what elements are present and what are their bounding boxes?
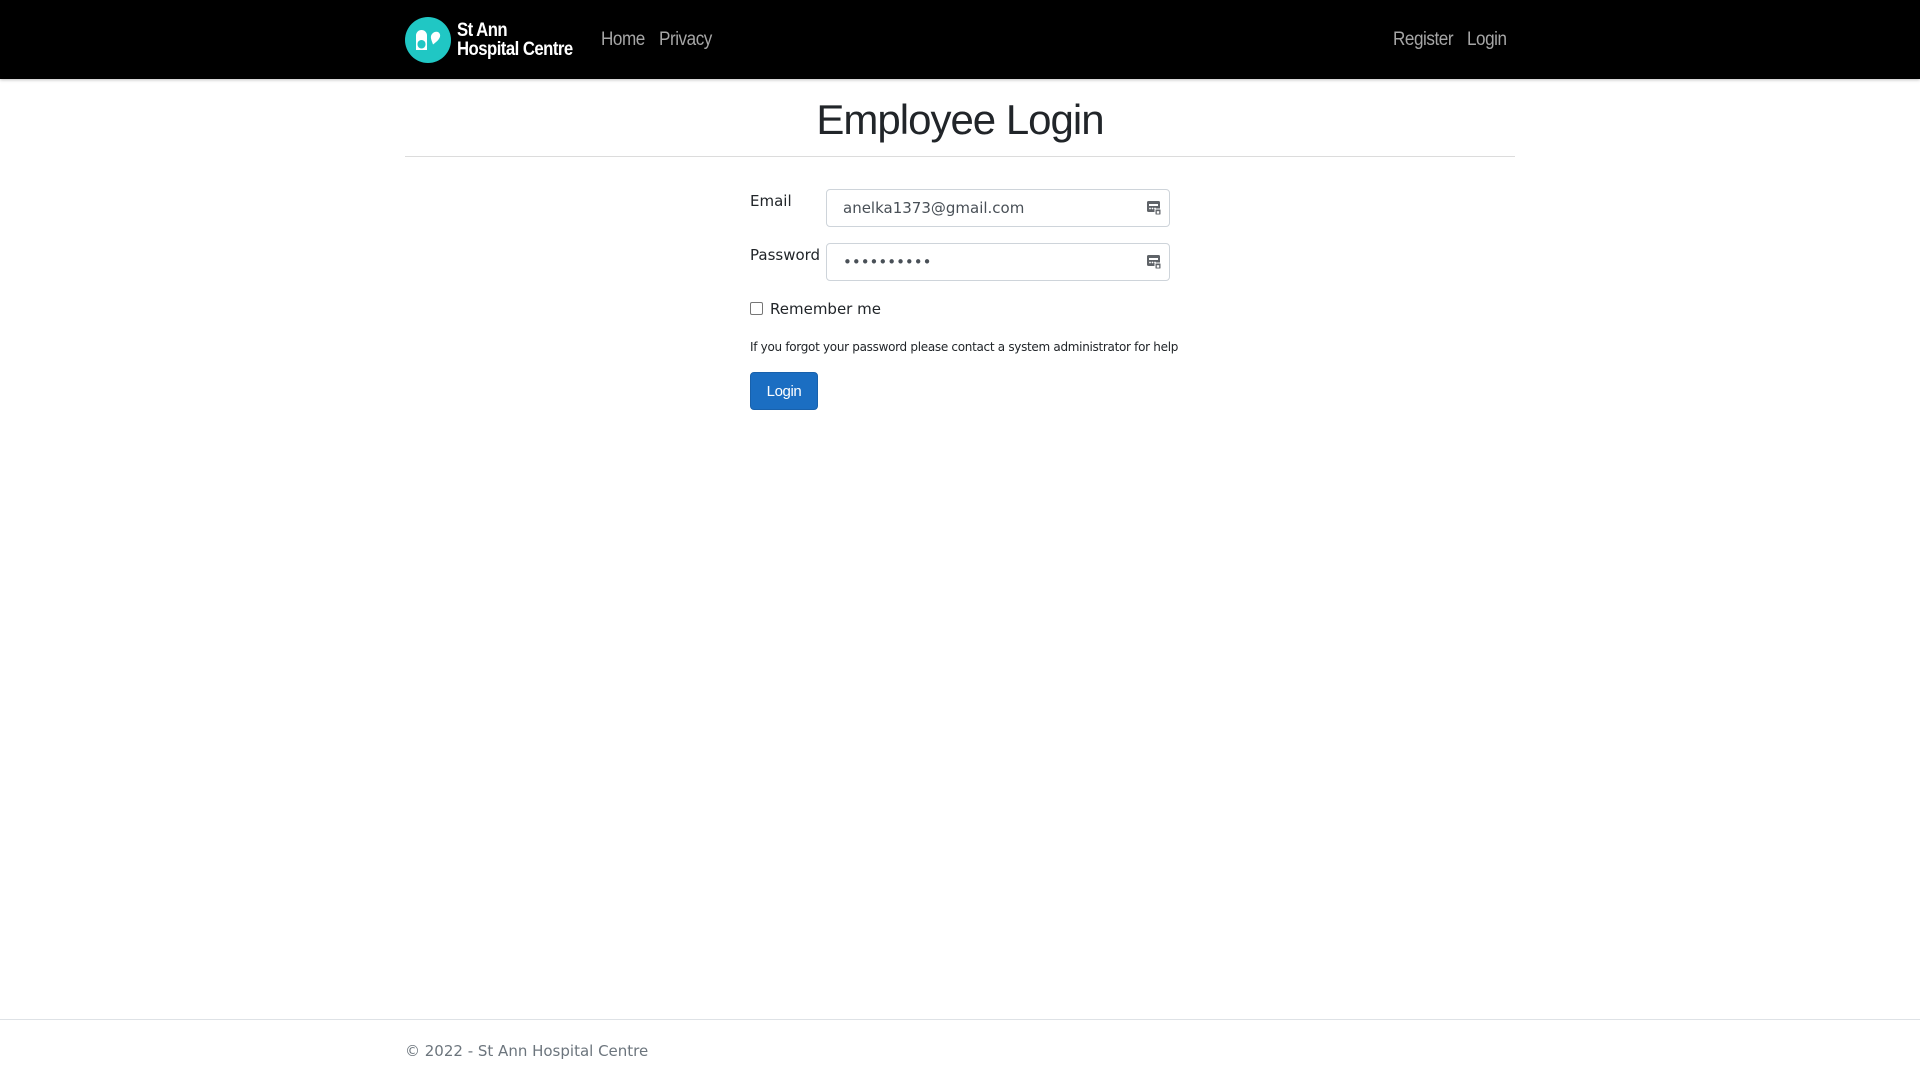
password-manager-icon[interactable] xyxy=(1146,200,1162,216)
remember-me-label[interactable]: Remember me xyxy=(770,299,881,319)
footer: © 2022 - St Ann Hospital Centre xyxy=(0,1019,1920,1081)
brand-name-line2: Hospital Centre xyxy=(457,39,573,60)
nav-link-home[interactable]: Home xyxy=(601,28,645,52)
email-field[interactable] xyxy=(826,189,1170,227)
title-divider xyxy=(405,156,1515,157)
login-button[interactable]: Login xyxy=(750,372,818,410)
top-navbar: St Ann Hospital Centre Home Privacy Regi… xyxy=(0,0,1920,79)
remember-me-checkbox[interactable] xyxy=(750,302,763,315)
brand-name-line1: St Ann xyxy=(457,20,508,41)
nav-link-register[interactable]: Register xyxy=(1393,28,1454,52)
forgot-password-help-text: If you forgot your password please conta… xyxy=(750,340,1179,354)
nav-link-login[interactable]: Login xyxy=(1467,28,1507,52)
nav-link-privacy[interactable]: Privacy xyxy=(659,28,712,52)
brand-name: St Ann Hospital Centre xyxy=(457,21,573,59)
page-title: Employee Login xyxy=(816,96,1104,143)
password-field[interactable] xyxy=(826,243,1170,281)
email-label: Email xyxy=(750,192,792,210)
footer-copyright: © 2022 - St Ann Hospital Centre xyxy=(405,1042,649,1060)
password-manager-icon[interactable] xyxy=(1146,254,1162,270)
pill-heart-icon xyxy=(405,17,451,63)
brand-logo-link[interactable]: St Ann Hospital Centre xyxy=(405,17,588,63)
password-label: Password xyxy=(750,246,821,264)
